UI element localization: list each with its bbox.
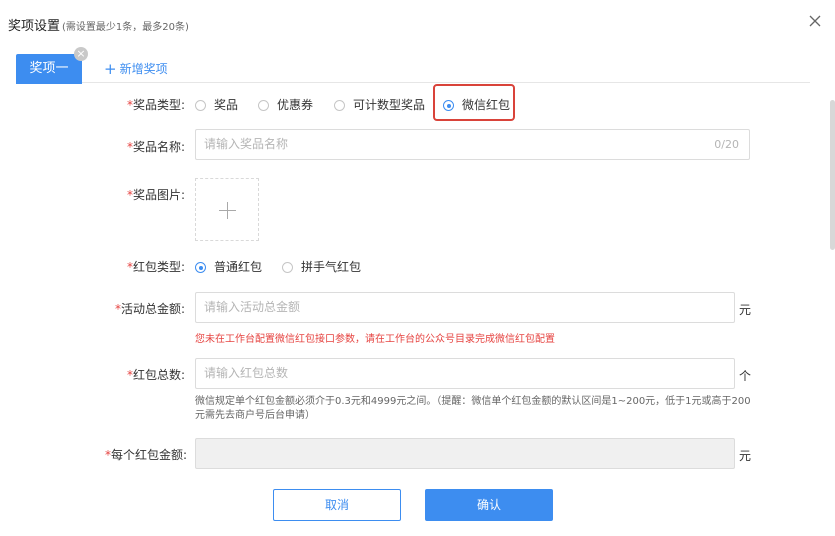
packet-count-placeholder: 请输入红包总数 [204, 366, 289, 380]
dialog-title: 奖项设置 (需设置最少1条，最多20条) [8, 15, 189, 34]
dialog-title-note: (需设置最少1条，最多20条) [62, 22, 189, 33]
image-upload-button[interactable] [195, 178, 259, 241]
radio-lucky-red-packet[interactable]: 拼手气红包 [282, 258, 361, 275]
per-amount-input [195, 438, 735, 469]
radio-label: 优惠券 [277, 98, 314, 112]
tab-prize-1[interactable]: 奖项一 [16, 54, 82, 84]
prize-name-label: *奖品名称: [127, 138, 185, 155]
wechat-config-warning: 您未在工作台配置微信红包接口参数，请在工作台的公众号目录完成微信红包配置 [195, 334, 555, 345]
radio-circle-icon [334, 100, 345, 111]
prize-name-label-text: 奖品名称: [133, 140, 186, 154]
prize-type-label: *奖品类型: [127, 96, 185, 113]
total-amount-label: *活动总金额: [115, 300, 185, 317]
prize-image-label-text: 奖品图片: [133, 188, 186, 202]
prize-image-label: *奖品图片: [127, 186, 185, 203]
red-packet-type-label: *红包类型: [127, 258, 185, 275]
radio-normal-red-packet[interactable]: 普通红包 [195, 258, 262, 275]
radio-circle-icon [282, 262, 293, 273]
dialog-title-text: 奖项设置 [8, 19, 61, 34]
radio-selected-icon [195, 262, 206, 273]
radio-label: 奖品 [214, 98, 239, 112]
add-prize-button[interactable]: + 新增奖项 [104, 60, 168, 78]
plus-icon: + [104, 60, 117, 78]
radio-label: 拼手气红包 [301, 260, 362, 274]
highlight-box [433, 84, 515, 121]
char-counter: 0/20 [714, 138, 739, 151]
radio-countable-prize[interactable]: 可计数型奖品 [334, 96, 425, 113]
remove-tab-icon[interactable]: × [74, 47, 88, 61]
prize-name-input[interactable]: 请输入奖品名称 0/20 [195, 129, 750, 160]
radio-label: 可计数型奖品 [353, 98, 426, 112]
cancel-button[interactable]: 取消 [273, 489, 401, 521]
per-amount-label-text: 每个红包金额: [111, 448, 188, 462]
radio-coupon[interactable]: 优惠券 [258, 96, 313, 113]
radio-label: 普通红包 [214, 260, 263, 274]
plus-icon-vertical [227, 202, 228, 219]
red-packet-type-label-text: 红包类型: [133, 260, 186, 274]
close-icon[interactable] [807, 13, 823, 29]
per-amount-label: *每个红包金额: [105, 446, 187, 463]
prize-type-label-text: 奖品类型: [133, 98, 186, 112]
packet-count-input[interactable]: 请输入红包总数 [195, 358, 735, 389]
dialog-header: 奖项设置 (需设置最少1条，最多20条) [0, 0, 835, 44]
packet-count-label-text: 红包总数: [133, 368, 186, 382]
per-amount-unit: 元 [739, 449, 752, 463]
total-amount-unit: 元 [739, 303, 752, 317]
radio-prize[interactable]: 奖品 [195, 96, 238, 113]
prize-name-placeholder: 请输入奖品名称 [204, 137, 289, 151]
amount-rule-hint: 微信规定单个红包金额必须介于0.3元和4999元之间。（提醒：微信单个红包金额的… [195, 396, 751, 421]
prize-tabs: 奖项一 × + 新增奖项 [16, 47, 810, 84]
total-amount-input[interactable]: 请输入活动总金额 [195, 292, 735, 323]
scrollbar[interactable] [830, 100, 835, 250]
total-amount-placeholder: 请输入活动总金额 [204, 300, 301, 314]
radio-circle-icon [195, 100, 206, 111]
packet-count-unit: 个 [739, 369, 752, 383]
add-prize-label: 新增奖项 [119, 62, 168, 76]
packet-count-label: *红包总数: [127, 366, 185, 383]
prize-settings-dialog: 奖项设置 (需设置最少1条，最多20条) 奖项一 × + 新增奖项 *奖品类型: 奖… [0, 0, 835, 536]
radio-circle-icon [258, 100, 269, 111]
confirm-button[interactable]: 确认 [425, 489, 553, 521]
total-amount-label-text: 活动总金额: [121, 302, 186, 316]
